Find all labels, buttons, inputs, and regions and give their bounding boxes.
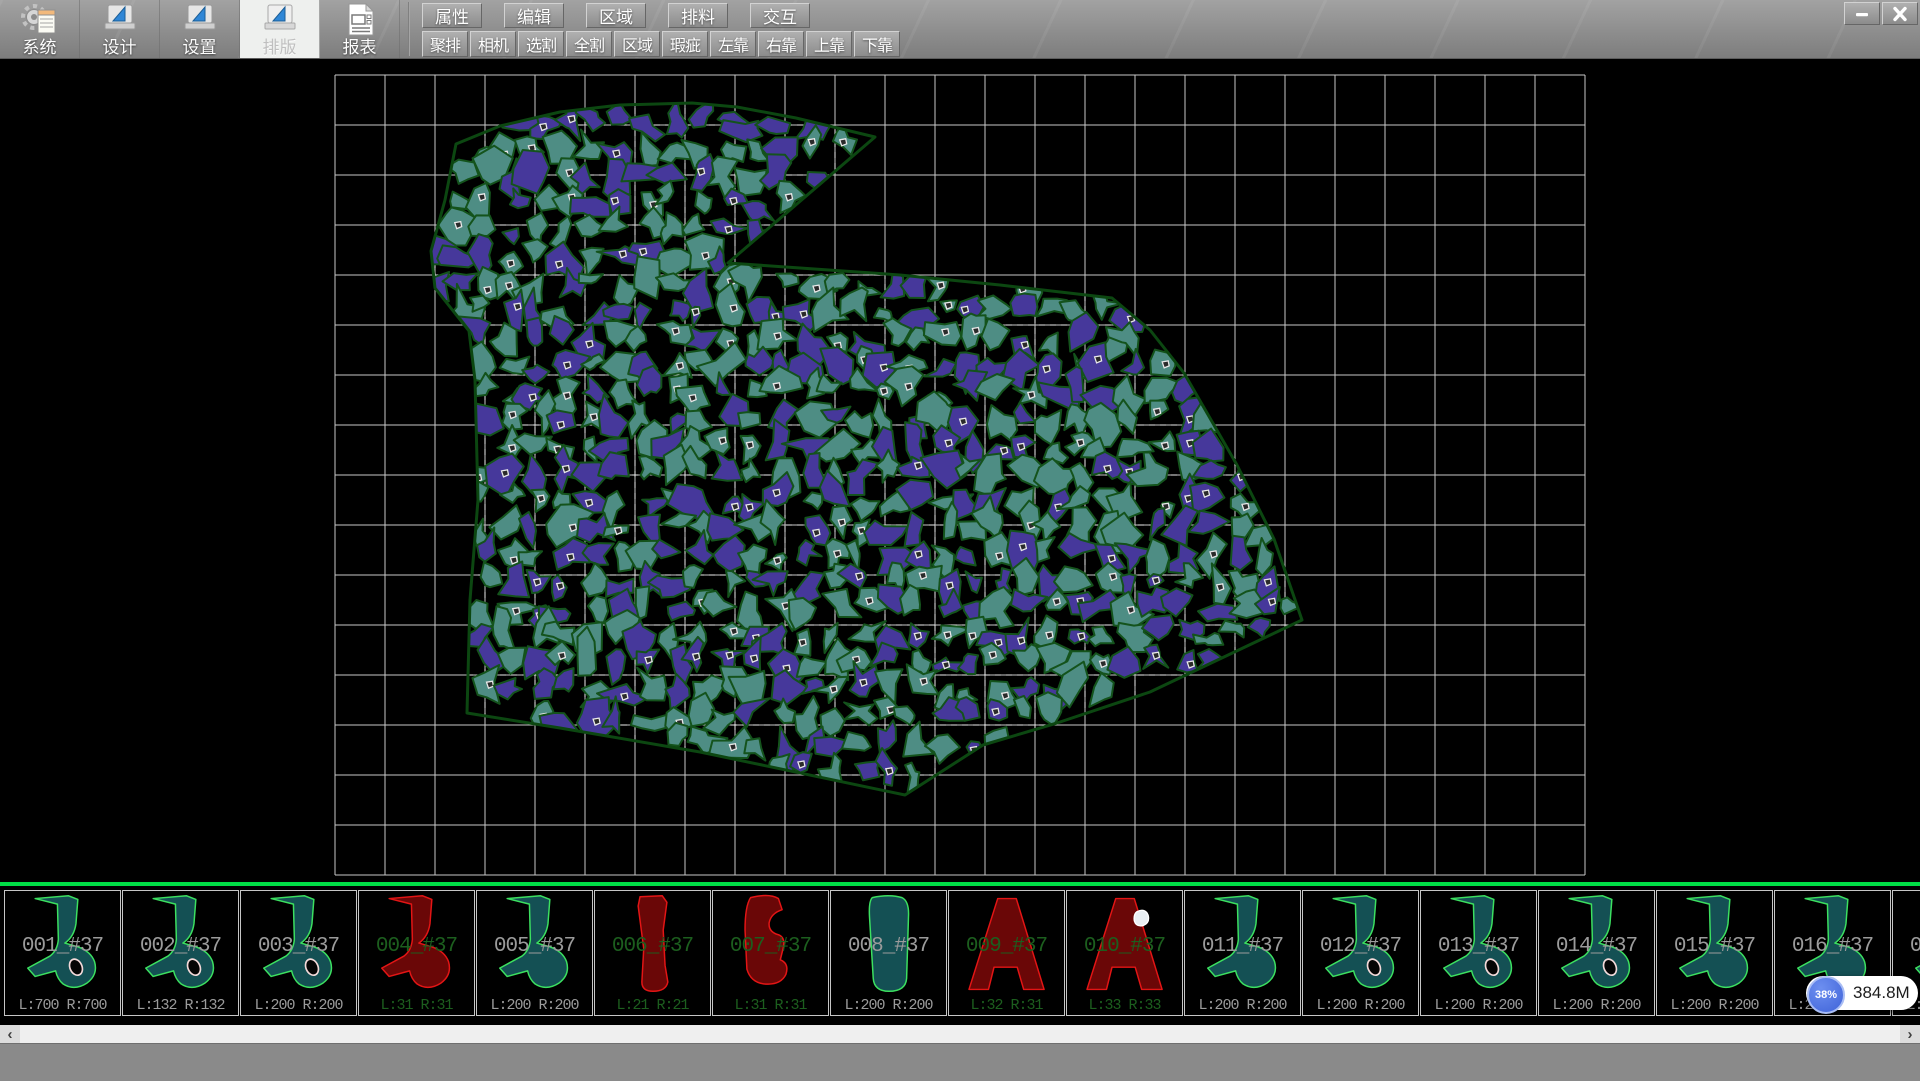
tab-interaction[interactable]: 交互 <box>750 3 810 28</box>
strip-cell-007[interactable]: 007_#37L:31 R:31 <box>712 890 829 1016</box>
tool-align-bottom[interactable]: 下靠 <box>854 31 900 57</box>
strip-highlight-line <box>0 882 1920 886</box>
piece-lr-count-label: L:32 R:31 <box>949 997 1064 1014</box>
strip-cell-001[interactable]: 001_#37L:700 R:700 <box>4 890 121 1016</box>
tool-align-left[interactable]: 左靠 <box>710 31 756 57</box>
tab-properties[interactable]: 属性 <box>422 3 482 28</box>
strip-cell-012[interactable]: 012_#37L:200 R:200 <box>1302 890 1419 1016</box>
tool-align-top[interactable]: 上靠 <box>806 31 852 57</box>
app-button-label: 设计 <box>103 38 137 57</box>
layout-icon <box>261 1 299 38</box>
tab-region[interactable]: 区域 <box>586 3 646 28</box>
app-button-layout[interactable]: 排版 <box>240 0 320 58</box>
app-button-design[interactable]: 设计 <box>80 0 160 58</box>
piece-thumbnail <box>130 893 232 995</box>
piece-thumbnail <box>1192 893 1294 995</box>
cpu-percent-label: 38% <box>1815 989 1837 1001</box>
tool-cut-all[interactable]: 全割 <box>566 31 612 57</box>
strip-cell-014[interactable]: 014_#37L:200 R:200 <box>1538 890 1655 1016</box>
minimize-icon <box>1854 7 1870 21</box>
ribbon-header: 系统 设计 设置 <box>0 0 1920 59</box>
piece-lr-count-label: L:200 R:200 <box>477 997 592 1014</box>
app-button-report[interactable]: 报表 <box>320 0 400 58</box>
piece-thumbnail <box>602 893 704 995</box>
close-button[interactable] <box>1882 2 1918 25</box>
app-button-label: 设置 <box>183 38 217 57</box>
piece-thumbnail <box>1310 893 1412 995</box>
app-toolbar: 系统 设计 设置 <box>0 0 400 58</box>
settings-icon <box>181 1 219 38</box>
tool-select-cut[interactable]: 选割 <box>518 31 564 57</box>
strip-cell-004[interactable]: 004_#37L:31 R:31 <box>358 890 475 1016</box>
app-button-label: 排版 <box>263 38 297 57</box>
horizontal-scrollbar[interactable]: ‹ › <box>0 1025 1920 1043</box>
tool-button-bar: 聚排 相机 选割 全割 区域 瑕疵 左靠 右靠 上靠 下靠 <box>422 31 900 57</box>
tool-region[interactable]: 区域 <box>614 31 660 57</box>
system-icon <box>21 1 59 38</box>
strip-cell-009[interactable]: 009_#37L:32 R:31 <box>948 890 1065 1016</box>
scroll-left-arrow-icon[interactable]: ‹ <box>0 1025 20 1043</box>
tool-defect[interactable]: 瑕疵 <box>662 31 708 57</box>
thumbnail-strip: 001_#37L:700 R:700002_#37L:132 R:132003_… <box>0 882 1920 1025</box>
piece-thumbnail <box>956 893 1058 995</box>
app-button-settings[interactable]: 设置 <box>160 0 240 58</box>
strip-cell-003[interactable]: 003_#37L:200 R:200 <box>240 890 357 1016</box>
piece-lr-count-label: L:200 R:200 <box>1185 997 1300 1014</box>
strip-cell-013[interactable]: 013_#37L:200 R:200 <box>1420 890 1537 1016</box>
piece-thumbnail <box>1546 893 1648 995</box>
memory-usage-label: 384.8M <box>1853 976 1910 1010</box>
strip-cell-005[interactable]: 005_#37L:200 R:200 <box>476 890 593 1016</box>
tool-align-right[interactable]: 右靠 <box>758 31 804 57</box>
minimize-button[interactable] <box>1844 2 1880 25</box>
piece-lr-count-label: L:132 R:132 <box>123 997 238 1014</box>
strip-cell-006[interactable]: 006_#37L:21 R:21 <box>594 890 711 1016</box>
strip-cell-010[interactable]: 010_#37L:33 R:33 <box>1066 890 1183 1016</box>
piece-lr-count-label: L:33 R:33 <box>1067 997 1182 1014</box>
piece-thumbnail <box>484 893 586 995</box>
piece-lr-count-label: L:200 R:200 <box>241 997 356 1014</box>
piece-thumbnail <box>720 893 822 995</box>
thumbnail-strip-cells: 001_#37L:700 R:700002_#37L:132 R:132003_… <box>4 890 1920 1016</box>
scroll-right-arrow-icon[interactable]: › <box>1900 1025 1920 1043</box>
piece-thumbnail <box>838 893 940 995</box>
piece-lr-count-label: L:200 R:200 <box>1657 997 1772 1014</box>
status-bar <box>0 1043 1920 1081</box>
report-icon <box>341 1 379 38</box>
close-icon <box>1891 6 1909 22</box>
nesting-canvas[interactable] <box>0 58 1920 882</box>
tab-nesting[interactable]: 排料 <box>668 3 728 28</box>
nesting-canvas-svg <box>0 58 1920 882</box>
piece-lr-count-label: L:31 R:31 <box>359 997 474 1014</box>
cpu-percent-indicator: 38% <box>1807 976 1845 1014</box>
app-button-label: 报表 <box>343 38 377 57</box>
piece-thumbnail <box>248 893 350 995</box>
piece-lr-count-label: L:200 R:200 <box>1303 997 1418 1014</box>
strip-cell-008[interactable]: 008_#37L:200 R:200 <box>830 890 947 1016</box>
piece-thumbnail <box>12 893 114 995</box>
piece-lr-count-label: L:31 R:31 <box>713 997 828 1014</box>
piece-thumbnail <box>366 893 468 995</box>
piece-lr-count-label: L:700 R:700 <box>5 997 120 1014</box>
tab-edit[interactable]: 编辑 <box>504 3 564 28</box>
window-controls <box>1844 2 1918 25</box>
piece-thumbnail <box>1664 893 1766 995</box>
piece-lr-count-label: L:21 R:21 <box>595 997 710 1014</box>
memory-usage-badge[interactable]: 38% 384.8M <box>1806 976 1918 1010</box>
ribbon-divider <box>408 2 410 56</box>
design-icon <box>101 1 139 38</box>
strip-cell-002[interactable]: 002_#37L:132 R:132 <box>122 890 239 1016</box>
tool-camera[interactable]: 相机 <box>470 31 516 57</box>
piece-lr-count-label: L:200 R:200 <box>1421 997 1536 1014</box>
strip-cell-011[interactable]: 011_#37L:200 R:200 <box>1184 890 1301 1016</box>
app-button-system[interactable]: 系统 <box>0 0 80 58</box>
strip-cell-015[interactable]: 015_#37L:200 R:200 <box>1656 890 1773 1016</box>
piece-lr-count-label: L:200 R:200 <box>831 997 946 1014</box>
tool-cluster-nest[interactable]: 聚排 <box>422 31 468 57</box>
piece-lr-count-label: L:200 R:200 <box>1539 997 1654 1014</box>
app-button-label: 系统 <box>23 38 57 57</box>
piece-thumbnail <box>1428 893 1530 995</box>
piece-thumbnail <box>1074 893 1176 995</box>
menu-tab-bar: 属性 编辑 区域 排料 交互 <box>422 3 810 28</box>
